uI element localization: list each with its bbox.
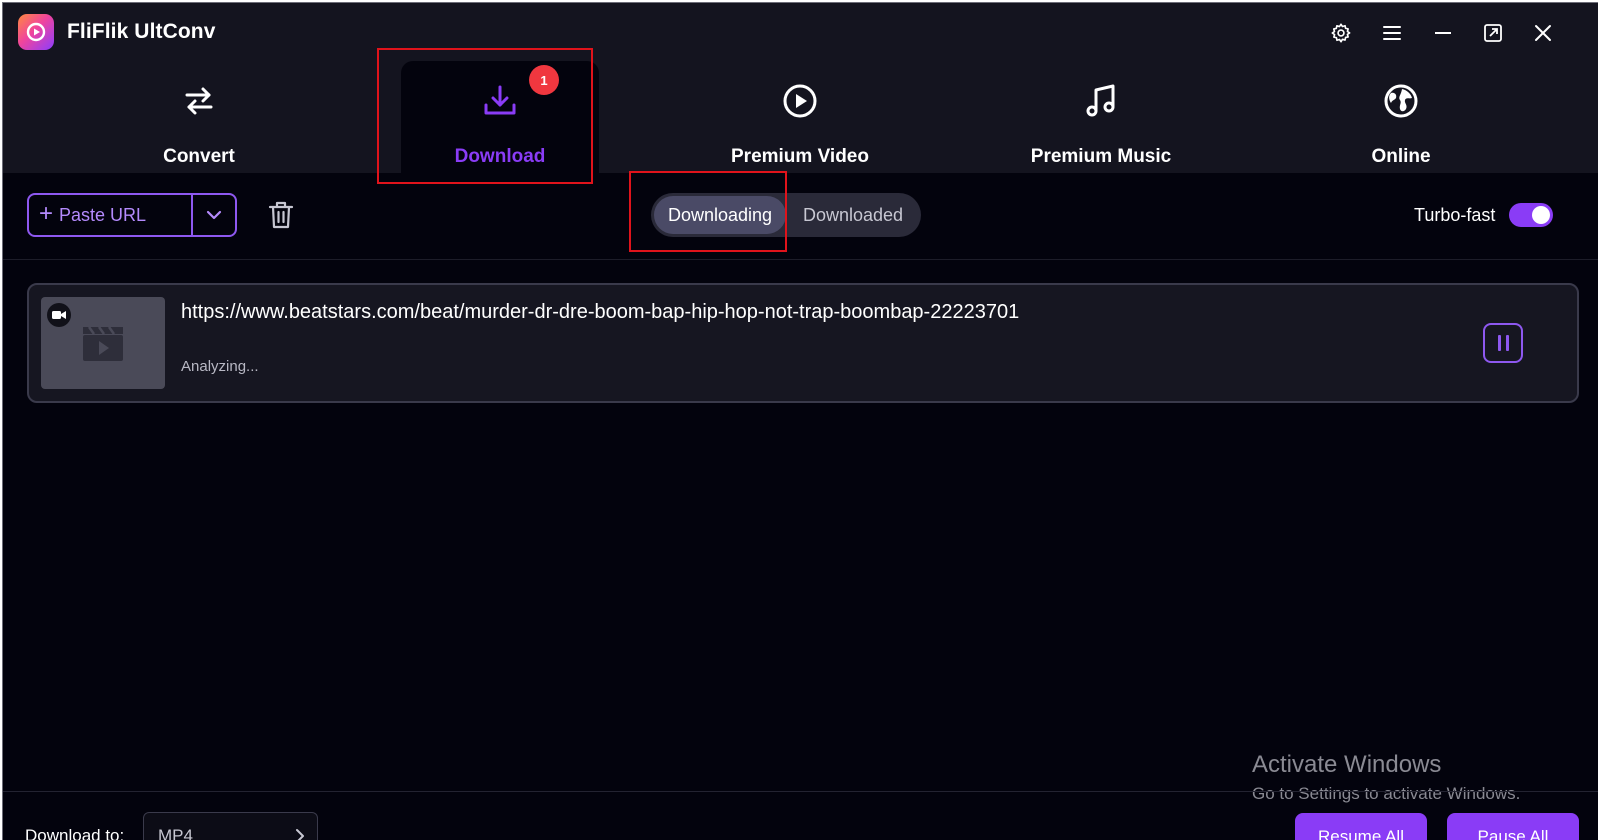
app-logo-icon bbox=[18, 14, 54, 50]
pause-all-button[interactable]: Pause All bbox=[1447, 813, 1579, 840]
video-camera-icon bbox=[47, 303, 71, 327]
clapperboard-icon bbox=[83, 325, 123, 366]
item-status: Analyzing... bbox=[181, 358, 259, 375]
item-url: https://www.beatstars.com/beat/murder-dr… bbox=[181, 301, 1020, 323]
paste-url-group: + Paste URL bbox=[27, 193, 237, 237]
app-title: FliFlik UltConv bbox=[67, 20, 216, 43]
activate-windows-title: Activate Windows bbox=[1252, 751, 1442, 778]
app-window: FliFlik UltConv Convert Download 1 Premi… bbox=[2, 2, 1598, 840]
tab-online[interactable]: Online bbox=[1302, 61, 1500, 173]
footer-divider bbox=[3, 791, 1598, 792]
gear-icon[interactable] bbox=[1323, 15, 1359, 51]
chevron-right-icon bbox=[296, 829, 304, 840]
paste-url-button[interactable]: + Paste URL bbox=[29, 195, 193, 235]
pause-icon bbox=[1497, 335, 1501, 351]
download-status-switch: Downloading Downloaded bbox=[651, 193, 921, 237]
turbo-fast-label: Turbo-fast bbox=[1414, 205, 1496, 225]
tab-download[interactable]: Download 1 bbox=[401, 61, 599, 173]
toggle-knob bbox=[1532, 206, 1550, 224]
paste-url-dropdown[interactable] bbox=[193, 195, 235, 235]
chevron-down-icon bbox=[206, 210, 222, 220]
music-note-icon bbox=[1084, 81, 1118, 121]
video-thumbnail bbox=[41, 297, 165, 389]
tab-premium-video[interactable]: Premium Video bbox=[701, 61, 899, 173]
resume-all-button[interactable]: Resume All bbox=[1295, 813, 1427, 840]
download-to-label: Download to: bbox=[25, 826, 125, 840]
plus-icon: + bbox=[39, 200, 54, 227]
minimize-icon[interactable] bbox=[1425, 15, 1461, 51]
turbo-fast-toggle[interactable] bbox=[1509, 203, 1553, 227]
format-select[interactable]: MP4 bbox=[143, 812, 318, 840]
tab-convert[interactable]: Convert bbox=[100, 61, 298, 173]
menu-icon[interactable] bbox=[1374, 15, 1410, 51]
play-circle-icon bbox=[782, 81, 818, 121]
maximize-icon[interactable] bbox=[1475, 15, 1511, 51]
notification-badge: 1 bbox=[529, 65, 559, 95]
trash-icon bbox=[268, 201, 294, 229]
download-icon bbox=[482, 81, 518, 121]
tab-premium-music[interactable]: Premium Music bbox=[1002, 61, 1200, 173]
globe-icon bbox=[1383, 81, 1419, 121]
item-pause-button[interactable] bbox=[1483, 323, 1523, 363]
divider bbox=[3, 259, 1598, 260]
convert-icon bbox=[182, 81, 216, 121]
close-icon[interactable] bbox=[1525, 15, 1561, 51]
activate-windows-subtitle: Go to Settings to activate Windows. bbox=[1252, 784, 1521, 803]
top-bar: FliFlik UltConv Convert Download 1 Premi… bbox=[3, 3, 1598, 173]
download-item: https://www.beatstars.com/beat/murder-dr… bbox=[27, 283, 1579, 403]
tab-downloaded[interactable]: Downloaded bbox=[789, 196, 917, 234]
tab-downloading[interactable]: Downloading bbox=[654, 196, 786, 234]
delete-button[interactable] bbox=[265, 199, 297, 231]
